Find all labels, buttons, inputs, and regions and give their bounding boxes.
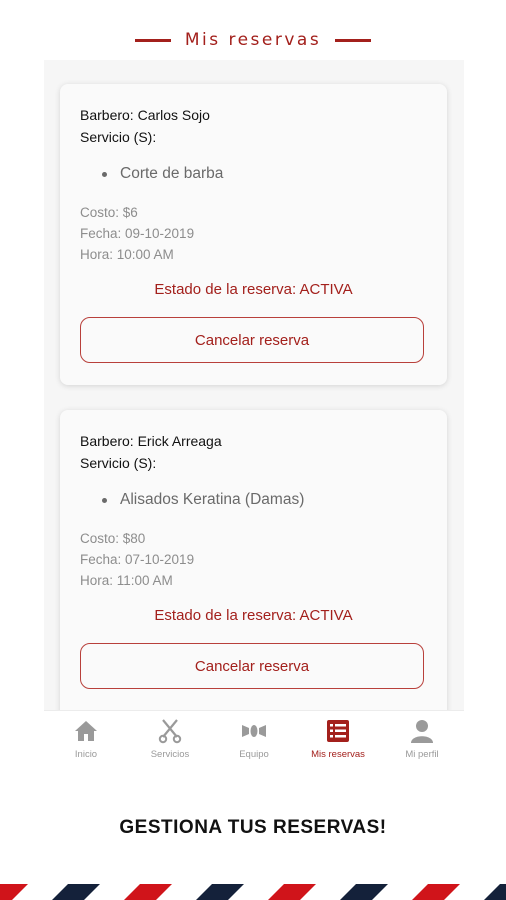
tab-label: Equipo xyxy=(239,749,269,760)
cost-text: Costo: $80 xyxy=(80,531,146,546)
bottom-tab-bar: Inicio Servicios Equipo Mis reservas Mi … xyxy=(44,710,464,772)
date-text: Fecha: 07-10-2019 xyxy=(80,552,195,567)
service-list: Corte de barba xyxy=(102,162,427,186)
reservation-details: Costo: $6 Fecha: 09-10-2019 Hora: 10:00 … xyxy=(80,202,427,265)
service-name: Alisados Keratina (Damas) xyxy=(120,491,305,508)
cost-text: Costo: $6 xyxy=(80,205,138,220)
time-text: Hora: 10:00 AM xyxy=(80,247,174,262)
barber-stripes-decoration xyxy=(0,884,506,900)
service-label: Servicio (S): xyxy=(80,455,157,471)
team-icon xyxy=(242,725,266,737)
tab-label: Mi perfil xyxy=(405,749,439,760)
page-header: Mis reservas xyxy=(0,28,506,52)
promo-tagline: GESTIONA TUS RESERVAS! xyxy=(119,817,387,838)
tab-servicios[interactable]: Servicios xyxy=(128,711,212,772)
cancel-reservation-button[interactable]: Cancelar reserva xyxy=(80,317,424,363)
page-title: Mis reservas xyxy=(184,30,322,50)
date-text: Fecha: 09-10-2019 xyxy=(80,226,195,241)
time-text: Hora: 11:00 AM xyxy=(80,573,173,588)
service-name: Corte de barba xyxy=(120,165,224,182)
tab-label: Mis reservas xyxy=(311,749,365,760)
service-list: Alisados Keratina (Damas) xyxy=(102,488,427,512)
tab-inicio[interactable]: Inicio xyxy=(44,711,128,772)
bullet-icon xyxy=(102,171,107,177)
service-item: Corte de barba xyxy=(102,162,427,186)
reservation-status: Estado de la reserva: ACTIVA xyxy=(154,607,353,624)
user-icon xyxy=(411,720,433,743)
bullet-icon xyxy=(102,497,107,503)
service-item: Alisados Keratina (Damas) xyxy=(102,488,427,512)
service-label: Servicio (S): xyxy=(80,129,157,145)
cancel-reservation-button[interactable]: Cancelar reserva xyxy=(80,643,424,689)
reservation-details: Costo: $80 Fecha: 07-10-2019 Hora: 11:00… xyxy=(80,528,427,591)
reservation-card: Barbero: Erick Arreaga Servicio (S): Ali… xyxy=(60,410,447,710)
home-icon xyxy=(75,721,97,741)
tab-equipo[interactable]: Equipo xyxy=(212,711,296,772)
title-right-divider xyxy=(335,38,372,42)
tab-label: Inicio xyxy=(74,749,98,760)
tab-mi-perfil[interactable]: Mi perfil xyxy=(380,711,464,772)
tab-mis-reservas[interactable]: Mis reservas xyxy=(296,711,380,772)
reservation-status: Estado de la reserva: ACTIVA xyxy=(154,281,353,298)
reservation-card: Barbero: Carlos Sojo Servicio (S): Corte… xyxy=(60,84,447,385)
reservations-list[interactable]: Barbero: Carlos Sojo Servicio (S): Corte… xyxy=(44,60,464,710)
tab-label: Servicios xyxy=(150,749,190,760)
barber-name: Barbero: Carlos Sojo xyxy=(80,107,210,123)
scissors-icon xyxy=(158,719,182,744)
title-left-divider xyxy=(134,38,171,42)
list-icon xyxy=(327,720,349,742)
barber-name: Barbero: Erick Arreaga xyxy=(80,433,222,449)
